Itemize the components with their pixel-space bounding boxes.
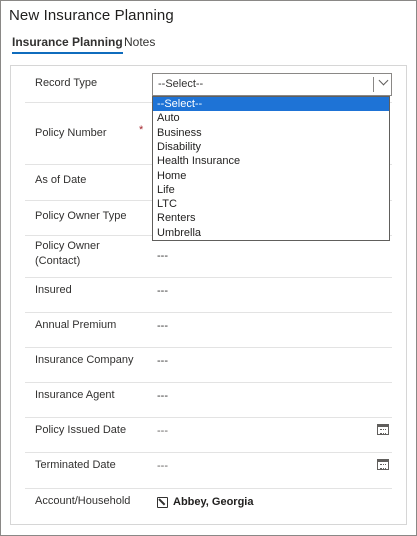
chevron-down-icon[interactable] <box>378 75 389 86</box>
record-type-dropdown-list: --Select-- Auto Business Disability Heal… <box>152 96 390 241</box>
record-type-select[interactable]: --Select-- <box>152 73 392 96</box>
select-divider <box>373 77 374 92</box>
option-life[interactable]: Life <box>153 183 389 197</box>
account-household-link[interactable]: Abbey, Georgia <box>173 496 253 508</box>
insured-value[interactable]: --- <box>157 285 168 297</box>
option-auto[interactable]: Auto <box>153 111 389 125</box>
option-health-insurance[interactable]: Health Insurance <box>153 154 389 168</box>
annual-premium-label: Annual Premium <box>35 319 117 331</box>
option-select[interactable]: --Select-- <box>153 97 389 112</box>
insurance-agent-label: Insurance Agent <box>35 389 115 401</box>
record-type-label: Record Type <box>35 77 98 89</box>
account-household-label: Account/Household <box>35 495 131 507</box>
policy-owner-type-label: Policy Owner Type <box>35 210 127 222</box>
required-indicator: * <box>139 124 144 136</box>
insurance-agent-row: Insurance Agent --- <box>25 383 392 418</box>
insurance-company-label: Insurance Company <box>35 354 134 366</box>
terminated-date-row: Terminated Date --- <box>25 453 392 489</box>
tab-notes[interactable]: Notes <box>124 35 155 49</box>
policy-owner-contact-label: Policy Owner (Contact) <box>35 240 100 267</box>
insurance-company-row: Insurance Company --- <box>25 348 392 383</box>
policy-owner-contact-value[interactable]: --- <box>157 250 168 262</box>
policy-owner-contact-row: Policy Owner (Contact) --- <box>25 236 392 278</box>
insured-label: Insured <box>35 284 72 296</box>
calendar-icon[interactable] <box>377 459 389 470</box>
option-disability[interactable]: Disability <box>153 140 389 154</box>
annual-premium-value[interactable]: --- <box>157 320 168 332</box>
insurance-planning-window: New Insurance Planning Insurance Plannin… <box>0 0 417 536</box>
window-title: New Insurance Planning <box>9 7 174 24</box>
form-card: Record Type Policy Number * As of Date P… <box>10 65 407 525</box>
policy-issued-date-label: Policy Issued Date <box>35 424 127 436</box>
account-household-row: Account/Household Abbey, Georgia <box>25 489 392 524</box>
record-type-selected-value: --Select-- <box>158 78 204 90</box>
option-ltc[interactable]: LTC <box>153 197 389 211</box>
insurance-company-value[interactable]: --- <box>157 355 168 367</box>
option-business[interactable]: Business <box>153 126 389 140</box>
option-renters[interactable]: Renters <box>153 211 389 225</box>
option-home[interactable]: Home <box>153 169 389 183</box>
insured-row: Insured --- <box>25 278 392 313</box>
terminated-date-value[interactable]: --- <box>157 460 168 472</box>
policy-issued-date-row: Policy Issued Date --- <box>25 418 392 453</box>
account-link-icon <box>157 497 168 508</box>
terminated-date-label: Terminated Date <box>35 459 116 471</box>
annual-premium-row: Annual Premium --- <box>25 313 392 348</box>
tab-insurance-planning[interactable]: Insurance Planning <box>12 35 123 54</box>
calendar-icon[interactable] <box>377 424 389 435</box>
as-of-date-label: As of Date <box>35 174 87 186</box>
policy-issued-date-value[interactable]: --- <box>157 425 168 437</box>
insurance-agent-value[interactable]: --- <box>157 390 168 402</box>
option-umbrella[interactable]: Umbrella <box>153 226 389 240</box>
policy-number-label: Policy Number <box>35 127 107 139</box>
